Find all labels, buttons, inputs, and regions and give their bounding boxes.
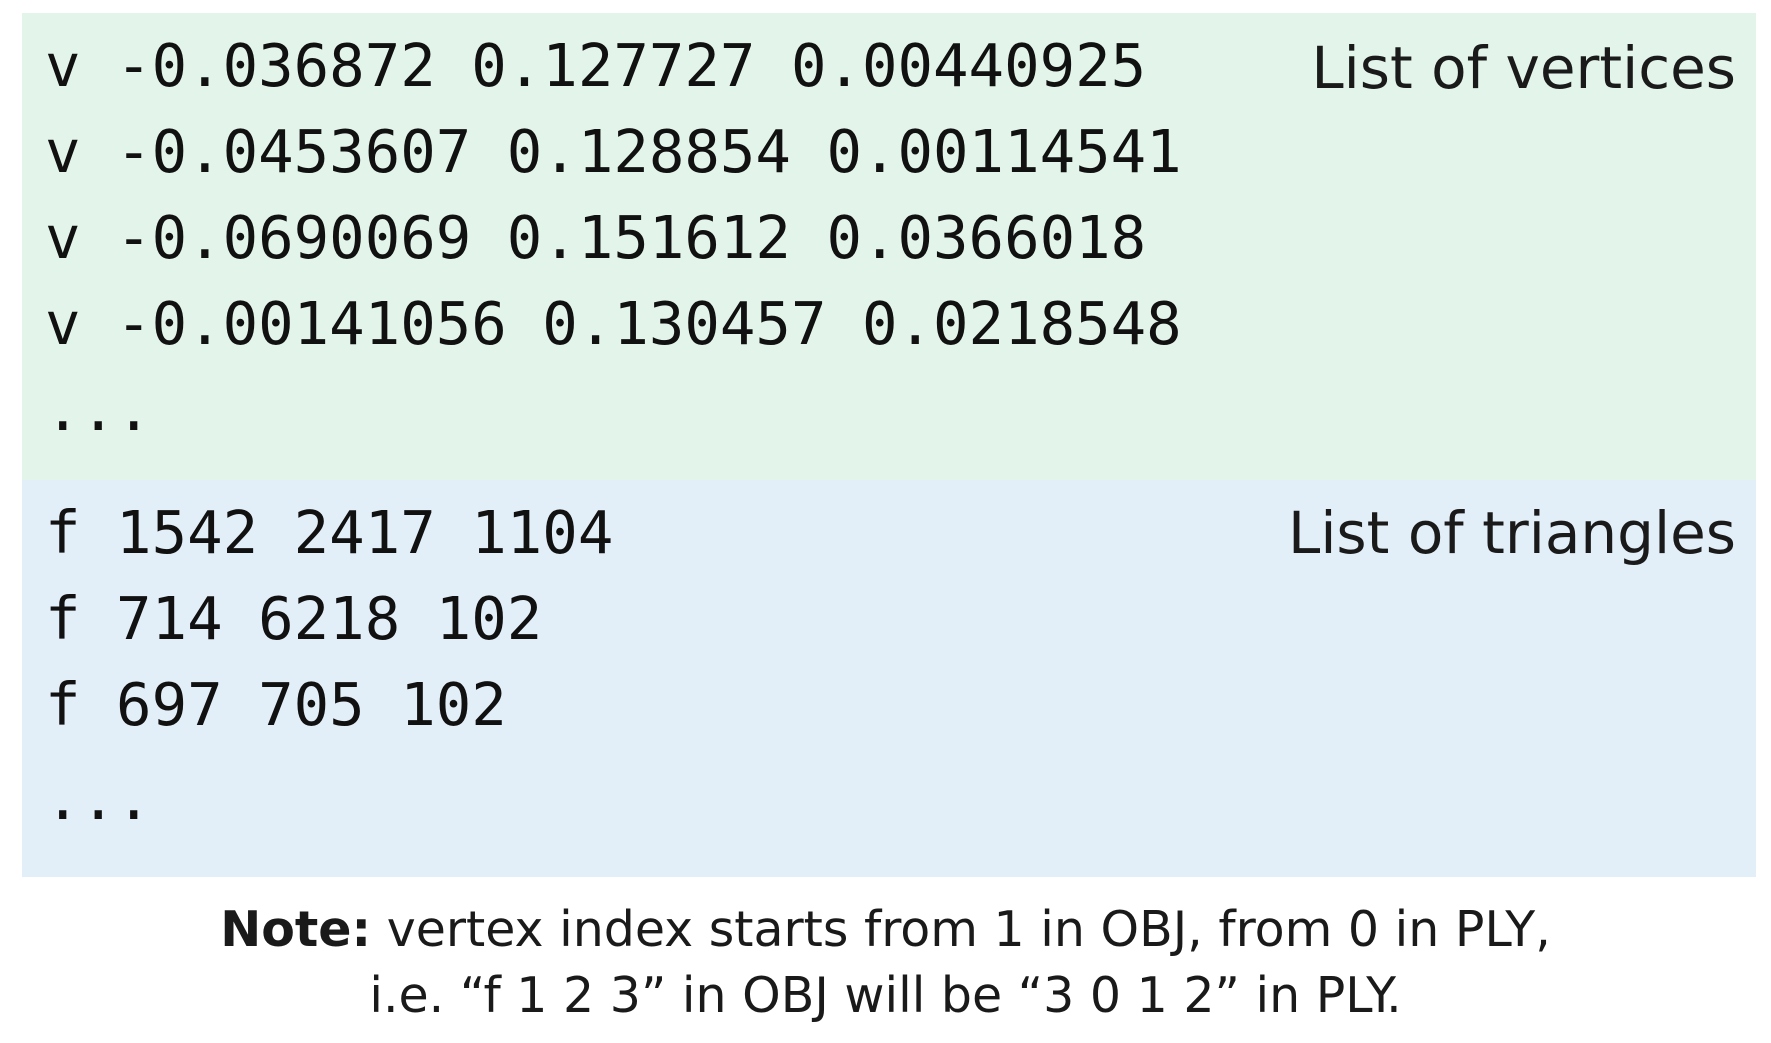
vertex-line: v -0.036872 0.127727 0.00440925 [45, 31, 1147, 100]
note-label: Note: [220, 901, 372, 958]
triangle-line: f 1542 2417 1104 [45, 498, 614, 567]
note-line-2: i.e. “f 1 2 3” in OBJ will be “3 0 1 2” … [369, 967, 1402, 1024]
note-text-1: vertex index starts from 1 in OBJ, from … [371, 901, 1551, 958]
vertex-list-panel: List of vertices v -0.036872 0.127727 0.… [22, 13, 1756, 480]
triangle-ellipsis: ... [45, 764, 152, 833]
vertex-line: v -0.00141056 0.130457 0.0218548 [45, 289, 1182, 358]
vertex-line: v -0.0453607 0.128854 0.00114541 [45, 117, 1182, 186]
triangle-line: f 697 705 102 [45, 670, 507, 739]
triangle-line: f 714 6218 102 [45, 584, 543, 653]
vertex-line: v -0.0690069 0.151612 0.0366018 [45, 203, 1147, 272]
vertex-ellipsis: ... [45, 375, 152, 444]
index-note: Note: vertex index starts from 1 in OBJ,… [0, 897, 1771, 1029]
note-line-1: Note: vertex index starts from 1 in OBJ,… [0, 897, 1771, 963]
triangle-list-label: List of triangles [1288, 499, 1736, 567]
triangle-list-panel: List of triangles f 1542 2417 1104 f 714… [22, 480, 1756, 877]
vertex-list-label: List of vertices [1311, 34, 1736, 102]
